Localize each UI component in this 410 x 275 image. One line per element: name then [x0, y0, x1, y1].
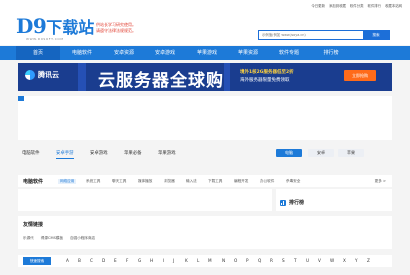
top-link-ranking[interactable]: 软件排行	[367, 3, 381, 8]
category-link[interactable]: 杀毒安全	[286, 179, 300, 184]
category-link[interactable]: 下载工具	[208, 179, 222, 184]
logo-subtitle: WWW.D9SOFT.COM	[26, 37, 64, 41]
top-bar: 今日更新 添加到收藏 软件分类 软件排行 收藏本站网	[0, 0, 410, 10]
nav-item-apple-resources[interactable]: 苹果资源	[228, 46, 268, 60]
tab-android-apps[interactable]: 安卓手游	[56, 150, 74, 159]
alpha-letter-d[interactable]: D	[102, 258, 105, 263]
category-link[interactable]: 网络应用	[58, 179, 77, 184]
tab-apple-games[interactable]: 苹果游戏	[158, 150, 176, 156]
friend-links-title: 友情链接	[23, 222, 44, 228]
alpha-letter-s[interactable]: S	[282, 258, 285, 263]
alpha-letter-c[interactable]: C	[90, 258, 93, 263]
search-button[interactable]: 搜索	[363, 31, 389, 39]
alpha-letter-v[interactable]: V	[318, 258, 321, 263]
category-link[interactable]: 媒体播放	[138, 179, 152, 184]
tab-apple-essentials[interactable]: 苹果必备	[124, 150, 142, 156]
logo-main-text: D9	[16, 14, 47, 38]
alpha-letter-y[interactable]: Y	[355, 258, 358, 263]
alpha-letter-x[interactable]: X	[343, 258, 346, 263]
content-tabs: 电脑软件 安卓手游 安卓游戏 苹果必备 苹果游戏 电脑 安卓 苹果	[18, 149, 392, 161]
platform-pill-android[interactable]: 安卓	[308, 149, 334, 157]
banner-stripe	[78, 63, 86, 91]
alpha-letter-l[interactable]: L	[197, 258, 199, 263]
main-nav: 首页 电脑软件 安卓资源 安卓游戏 苹果游戏 苹果资源 软件专题 排行榜	[0, 46, 410, 60]
notice-line-2: 请遵守法律法规规范。	[96, 28, 136, 33]
top-links: 今日更新 添加到收藏 软件分类 软件排行 收藏本站网	[311, 3, 402, 8]
banner-promo: 境外1核2G服务器低至2折 海外服务器限量免费领取	[240, 69, 294, 85]
alpha-letter-k[interactable]: K	[185, 258, 188, 263]
alpha-letter-w[interactable]: W	[330, 258, 334, 263]
site-logo[interactable]: D9 下载站	[16, 15, 94, 39]
top-link-categories[interactable]: 软件分类	[350, 3, 364, 8]
alpha-letter-t[interactable]: T	[294, 258, 297, 263]
friend-links-section: 友情链接 乐源代 得源CMS模板 自强小程序商店	[18, 216, 392, 249]
alpha-letter-i[interactable]: I	[163, 258, 164, 263]
site-notice: 供站长学习研究使用。 请遵守法律法规规范。	[96, 22, 166, 34]
alpha-letter-p[interactable]: P	[246, 258, 249, 263]
banner-cta-button[interactable]: 立即抢购	[344, 70, 376, 81]
search-input[interactable]	[259, 31, 363, 39]
platform-pill-apple[interactable]: 苹果	[338, 149, 364, 157]
alpha-letter-j[interactable]: J	[173, 258, 174, 263]
alpha-letter-q[interactable]: Q	[258, 258, 261, 263]
alpha-letter-o[interactable]: O	[234, 258, 237, 263]
top-link-bookmark[interactable]: 收藏本站网	[385, 3, 402, 8]
nav-item-apple-games[interactable]: 苹果游戏	[186, 46, 228, 60]
alpha-letter-z[interactable]: Z	[367, 258, 370, 263]
alpha-letter-r[interactable]: R	[270, 258, 273, 263]
nav-item-pc-software[interactable]: 电脑软件	[60, 46, 104, 60]
alpha-letter-n[interactable]: N	[222, 258, 225, 263]
category-header: 电脑软件 网络应用 系统工具 聊天工具 媒体播放 浏览器 输入法 下载工具 编程…	[18, 175, 392, 187]
category-link[interactable]: 编程开发	[234, 179, 248, 184]
platform-pill-pc[interactable]: 电脑	[276, 149, 302, 157]
alpha-letter-a[interactable]: A	[66, 258, 69, 263]
featured-panel	[18, 96, 392, 140]
friend-link[interactable]: 乐源代	[23, 236, 34, 241]
banner-brand-text: 腾讯云	[38, 71, 59, 79]
friend-link[interactable]: 自强小程序商店	[70, 236, 95, 241]
alpha-letter-u[interactable]: U	[306, 258, 309, 263]
ranking-icon	[280, 199, 286, 206]
category-link[interactable]: 输入法	[186, 179, 197, 184]
nav-item-android-resources[interactable]: 安卓资源	[104, 46, 144, 60]
banner-stripe	[224, 63, 230, 91]
search-box: 搜索	[258, 30, 390, 40]
alpha-letter-h[interactable]: H	[150, 258, 153, 263]
alpha-letter-f[interactable]: F	[126, 258, 128, 263]
logo-cn-text: 下载站	[46, 18, 95, 37]
ranking-title: 排行榜	[289, 200, 305, 206]
category-link[interactable]: 系统工具	[86, 179, 100, 184]
alphabet-search-bar: 快速搜索 A B C D E F G H I J K L M N O P Q R…	[18, 255, 392, 267]
top-link-favorite[interactable]: 添加到收藏	[329, 3, 346, 8]
friend-links-list: 乐源代 得源CMS模板 自强小程序商店	[23, 236, 95, 241]
tencent-cloud-icon	[25, 70, 35, 80]
nav-item-home[interactable]: 首页	[16, 46, 60, 60]
top-link-today[interactable]: 今日更新	[311, 3, 325, 8]
nav-item-ranking[interactable]: 排行榜	[310, 46, 352, 60]
category-title: 电脑软件	[23, 179, 44, 185]
alpha-letter-e[interactable]: E	[114, 258, 117, 263]
banner-promo-line-2: 海外服务器限量免费领取	[240, 78, 290, 83]
ranking-header: 排行榜	[280, 199, 304, 206]
site-header: D9 下载站 WWW.D9SOFT.COM 供站长学习研究使用。 请遵守法律法规…	[0, 10, 410, 45]
alpha-letter-g[interactable]: G	[138, 258, 141, 263]
banner-headline: 云服务器全球购	[98, 71, 224, 91]
banner-promo-line-1: 境外1核2G服务器低至2折	[240, 70, 294, 75]
nav-item-android-games[interactable]: 安卓游戏	[144, 46, 186, 60]
software-list-panel	[18, 189, 272, 211]
category-more-link[interactable]: 更多 >	[375, 179, 386, 184]
category-link[interactable]: 办公软件	[260, 179, 274, 184]
friend-link[interactable]: 得源CMS模板	[41, 236, 63, 241]
quick-search-button[interactable]: 快速搜索	[23, 257, 51, 265]
ad-banner[interactable]: 腾讯云 云服务器全球购 境外1核2G服务器低至2折 海外服务器限量免费领取 立即…	[18, 63, 392, 91]
corner-badge	[18, 96, 24, 101]
tab-android-games[interactable]: 安卓游戏	[90, 150, 108, 156]
alpha-letter-m[interactable]: M	[208, 258, 212, 263]
banner-brand: 腾讯云	[25, 70, 59, 80]
category-link[interactable]: 浏览器	[164, 179, 175, 184]
alpha-letter-b[interactable]: B	[78, 258, 81, 263]
tab-pc-software[interactable]: 电脑软件	[22, 150, 40, 156]
category-link[interactable]: 聊天工具	[112, 179, 126, 184]
nav-item-topics[interactable]: 软件专题	[268, 46, 310, 60]
